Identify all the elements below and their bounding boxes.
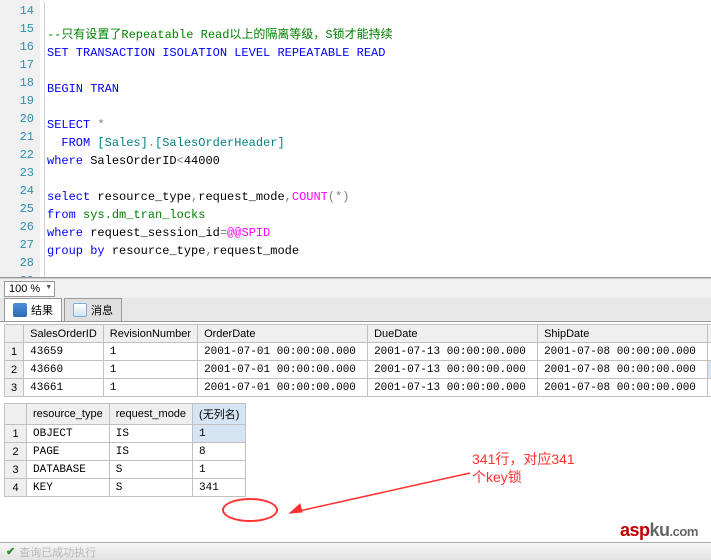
row-number: 2 xyxy=(5,361,24,379)
annotation-circle xyxy=(222,498,278,522)
annotation-text: 341行，对应341 个key锁 xyxy=(472,450,575,486)
watermark-suffix: .com xyxy=(670,524,698,539)
cell: 341 xyxy=(193,479,246,497)
cell: S xyxy=(109,461,192,479)
cell: 2001-07-08 00:00:00.000 xyxy=(538,361,708,379)
sql-editor[interactable]: 14 15 16 17 18 19 20 21 22 23 24 25 26 2… xyxy=(0,0,711,278)
cell: 5 xyxy=(708,343,711,361)
code-token: request_mode xyxy=(213,244,299,258)
cell: 2001-07-13 00:00:00.000 xyxy=(368,343,538,361)
results-tabs: 结果 消息 xyxy=(0,298,711,322)
row-number: 1 xyxy=(5,343,24,361)
cell: 2001-07-01 00:00:00.000 xyxy=(198,379,368,397)
cell: 43661 xyxy=(24,379,104,397)
watermark-brand: asp xyxy=(620,520,650,540)
row-number: 3 xyxy=(5,379,24,397)
annotation-arrow xyxy=(280,468,480,528)
table-row[interactable]: 3DATABASES1 xyxy=(5,461,246,479)
tab-results[interactable]: 结果 xyxy=(4,298,62,321)
grid-icon xyxy=(13,303,27,317)
table-row[interactable]: 4KEYS341 xyxy=(5,479,246,497)
col-header[interactable]: DueDate xyxy=(368,325,538,343)
cell: 1 xyxy=(103,343,197,361)
table-row[interactable]: 14365912001-07-01 00:00:00.0002001-07-13… xyxy=(5,343,711,361)
cell: 2001-07-13 00:00:00.000 xyxy=(368,361,538,379)
col-header[interactable]: St... xyxy=(708,325,711,343)
annotation-line: 个key锁 xyxy=(472,468,575,486)
col-header[interactable]: ShipDate xyxy=(538,325,708,343)
cell: IS xyxy=(109,443,192,461)
table-row[interactable]: 2PAGEIS8 xyxy=(5,443,246,461)
results-table-2[interactable]: resource_type request_mode (无列名) 1OBJECT… xyxy=(4,403,246,497)
code-token: by xyxy=(83,244,105,258)
cell: 5 xyxy=(708,379,711,397)
row-header-blank[interactable] xyxy=(5,404,27,425)
code-area[interactable]: --只有设置了Repeatable Read以上的隔离等级，S锁才能持续 SET… xyxy=(40,0,711,277)
code-token: resource_type xyxy=(105,244,206,258)
table-row[interactable]: 34366112001-07-01 00:00:00.0002001-07-13… xyxy=(5,379,711,397)
tab-messages[interactable]: 消息 xyxy=(64,298,122,321)
cell: 1 xyxy=(103,379,197,397)
row-header-blank[interactable] xyxy=(5,325,24,343)
code-token: where xyxy=(47,154,83,168)
cell-selected: 5 xyxy=(708,361,711,379)
row-number: 1 xyxy=(5,425,27,443)
table-row[interactable]: 24366012001-07-01 00:00:00.0002001-07-13… xyxy=(5,361,711,379)
cell: 43659 xyxy=(24,343,104,361)
col-header[interactable]: (无列名) xyxy=(193,404,246,425)
col-header[interactable]: OrderDate xyxy=(198,325,368,343)
col-header[interactable]: request_mode xyxy=(109,404,192,425)
cell: KEY xyxy=(27,479,110,497)
code-token: , xyxy=(285,190,292,204)
code-token: 44000 xyxy=(184,154,220,168)
cell: S xyxy=(109,479,192,497)
table-row[interactable]: 1OBJECTIS1 xyxy=(5,425,246,443)
cell: 2001-07-08 00:00:00.000 xyxy=(538,343,708,361)
annotation-line: 341行，对应341 xyxy=(472,450,575,468)
cell-selected: 1 xyxy=(193,425,246,443)
col-header[interactable]: SalesOrderID xyxy=(24,325,104,343)
code-token: SET TRANSACTION ISOLATION LEVEL REPEATAB… xyxy=(47,46,385,60)
code-token: SalesOrderID xyxy=(83,154,177,168)
code-token: , xyxy=(205,244,212,258)
cell: DATABASE xyxy=(27,461,110,479)
col-header[interactable]: RevisionNumber xyxy=(103,325,197,343)
row-number: 4 xyxy=(5,479,27,497)
code-token: BEGIN TRAN xyxy=(47,82,119,96)
code-token: (*) xyxy=(328,190,350,204)
cell: 8 xyxy=(193,443,246,461)
cell: IS xyxy=(109,425,192,443)
cell: PAGE xyxy=(27,443,110,461)
tab-label: 消息 xyxy=(91,302,113,318)
code-token: group xyxy=(47,244,83,258)
row-number: 2 xyxy=(5,443,27,461)
results-table-1[interactable]: SalesOrderID RevisionNumber OrderDate Du… xyxy=(4,324,711,397)
cell: 2001-07-01 00:00:00.000 xyxy=(198,343,368,361)
cell: OBJECT xyxy=(27,425,110,443)
cell: 2001-07-01 00:00:00.000 xyxy=(198,361,368,379)
cell: 2001-07-08 00:00:00.000 xyxy=(538,379,708,397)
check-icon: ✔ xyxy=(6,545,15,558)
cell: 2001-07-13 00:00:00.000 xyxy=(368,379,538,397)
messages-icon xyxy=(73,303,87,317)
status-text: 查询已成功执行 xyxy=(19,544,96,560)
row-number: 3 xyxy=(5,461,27,479)
watermark-brand: ku xyxy=(650,520,670,540)
code-token: < xyxy=(177,154,184,168)
status-bar: ✔ 查询已成功执行 xyxy=(0,542,711,560)
cell: 1 xyxy=(103,361,197,379)
line-gutter: 14 15 16 17 18 19 20 21 22 23 24 25 26 2… xyxy=(0,0,40,277)
zoom-bar: 100 % xyxy=(0,278,711,298)
code-token: request_mode xyxy=(198,190,284,204)
code-token: COUNT xyxy=(292,190,328,204)
cell: 43660 xyxy=(24,361,104,379)
tab-label: 结果 xyxy=(31,302,53,318)
zoom-dropdown[interactable]: 100 % xyxy=(4,281,55,297)
col-header[interactable]: resource_type xyxy=(27,404,110,425)
cell: 1 xyxy=(193,461,246,479)
